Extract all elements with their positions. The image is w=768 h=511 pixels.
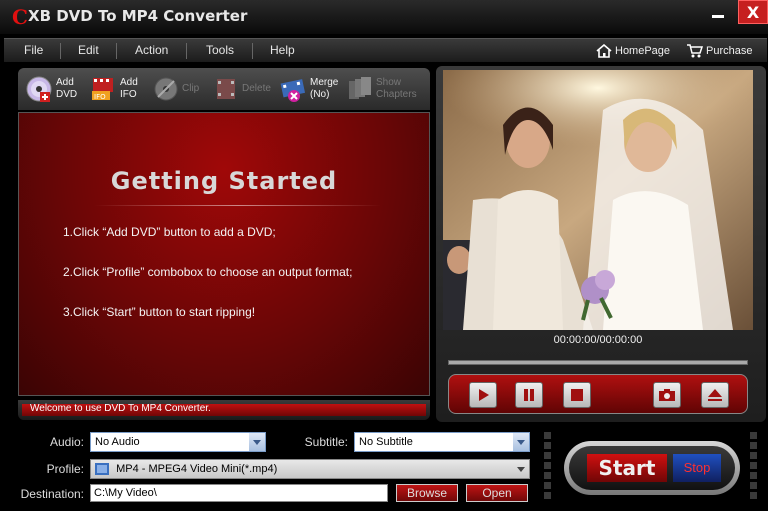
- stop-button[interactable]: Stop: [673, 454, 721, 482]
- subtitle-label: Subtitle:: [304, 435, 348, 449]
- merge-label-2: (No): [310, 89, 330, 100]
- add-dvd-label-1: Add: [56, 77, 74, 88]
- chevron-down-icon: [513, 433, 529, 451]
- chapters-icon: [349, 77, 371, 99]
- stop-playback-button[interactable]: [563, 382, 591, 408]
- status-text: Welcome to use DVD To MP4 Converter.: [30, 403, 211, 414]
- subtitle-select[interactable]: No Subtitle: [354, 432, 530, 452]
- merge-film-icon: [280, 79, 306, 102]
- wedding-preview-image: [443, 70, 753, 330]
- playback-time: 00:00:00/00:00:00: [553, 334, 643, 346]
- chevron-down-icon: [249, 433, 265, 451]
- profile-select[interactable]: MP4 - MPEG4 Video Mini(*.mp4): [90, 459, 530, 479]
- svg-text:IFO: IFO: [94, 93, 106, 101]
- profile-label: Profile:: [46, 462, 84, 476]
- audio-label: Audio:: [49, 435, 84, 449]
- start-control: Start Stop: [564, 441, 740, 495]
- purchase-label: Purchase: [706, 45, 753, 57]
- add-dvd-button[interactable]: Add DVD: [26, 72, 77, 106]
- chevron-down-icon: [513, 460, 529, 478]
- dvd-disc-icon: [26, 76, 52, 102]
- delete-label: Delete: [242, 83, 271, 94]
- snapshot-button[interactable]: [653, 382, 681, 408]
- seek-bar[interactable]: [448, 360, 748, 365]
- pause-button[interactable]: [515, 382, 543, 408]
- audio-value: No Audio: [95, 436, 140, 448]
- menu-tools[interactable]: Tools: [206, 43, 234, 57]
- menu-separator: [116, 43, 117, 59]
- clip-label: Clip: [182, 83, 200, 94]
- menu-separator: [186, 43, 187, 59]
- delete-button[interactable]: Delete: [212, 72, 271, 106]
- toolbar: Add DVD IFO Add IFO Clip Delete Merge (No) …: [18, 68, 430, 110]
- subtitle-value: No Subtitle: [359, 436, 413, 448]
- eject-icon: [708, 389, 722, 401]
- cart-icon: [687, 44, 703, 58]
- purchase-link[interactable]: Purchase: [686, 44, 752, 58]
- step-1: 1.Click “Add DVD” button to add a DVD;: [63, 225, 276, 239]
- film-ifo-icon: IFO: [92, 78, 113, 101]
- add-dvd-label-2: DVD: [56, 89, 78, 100]
- clip-disc-icon: [154, 77, 178, 101]
- show-chapters-button[interactable]: Show Chapters: [346, 72, 417, 106]
- camera-icon: [659, 389, 675, 401]
- play-icon: [479, 389, 489, 401]
- menu-help[interactable]: Help: [270, 43, 295, 57]
- title-bar: C XB DVD To MP4 Converter X: [0, 0, 768, 34]
- merge-button[interactable]: Merge (No): [280, 72, 338, 106]
- step-3: 3.Click “Start” button to start ripping!: [63, 305, 256, 319]
- window-title: XB DVD To MP4 Converter: [28, 7, 248, 25]
- destination-input[interactable]: [90, 484, 388, 502]
- file-list-panel[interactable]: Getting Started 1.Click “Add DVD” button…: [18, 112, 430, 396]
- play-button[interactable]: [469, 382, 497, 408]
- eject-button[interactable]: [701, 382, 729, 408]
- app-logo: C: [12, 5, 28, 29]
- minimize-icon: [712, 14, 724, 18]
- browse-button[interactable]: Browse: [396, 484, 458, 502]
- start-control-inner: Start Stop: [569, 446, 735, 490]
- add-ifo-button[interactable]: IFO Add IFO: [90, 72, 138, 106]
- show-chapters-label-2: Chapters: [376, 89, 417, 100]
- profile-value: MP4 - MPEG4 Video Mini(*.mp4): [116, 463, 278, 475]
- menu-action[interactable]: Action: [135, 43, 168, 57]
- delete-film-icon: [217, 79, 235, 99]
- menu-separator: [252, 43, 253, 59]
- start-button[interactable]: Start: [587, 454, 667, 482]
- getting-started-title: Getting Started: [110, 167, 338, 195]
- player-controls: [448, 374, 748, 414]
- audio-select[interactable]: No Audio: [90, 432, 266, 452]
- show-chapters-label-1: Show: [376, 77, 402, 88]
- open-button[interactable]: Open: [466, 484, 528, 502]
- decorative-dots-left: [544, 432, 552, 502]
- video-format-icon: [95, 463, 109, 476]
- pause-icon: [524, 389, 534, 401]
- destination-label: Destination:: [20, 487, 84, 501]
- step-2: 2.Click “Profile” combobox to choose an …: [63, 265, 353, 279]
- decorative-dots-right: [750, 432, 758, 502]
- video-preview: [443, 70, 753, 330]
- merge-label-1: Merge: [310, 77, 339, 88]
- minimize-button[interactable]: [706, 0, 730, 24]
- clip-button[interactable]: Clip: [152, 72, 199, 106]
- add-ifo-label-1: Add: [120, 77, 138, 88]
- menu-file[interactable]: File: [24, 43, 43, 57]
- close-button[interactable]: X: [738, 0, 768, 24]
- title-divider: [95, 205, 381, 206]
- homepage-link[interactable]: HomePage: [596, 44, 670, 58]
- stop-icon: [571, 389, 583, 401]
- add-ifo-label-2: IFO: [120, 89, 137, 100]
- menu-edit[interactable]: Edit: [78, 43, 99, 57]
- menu-separator: [60, 43, 61, 59]
- status-bar: Welcome to use DVD To MP4 Converter.: [18, 400, 430, 420]
- homepage-label: HomePage: [615, 45, 671, 57]
- home-icon: [596, 44, 612, 58]
